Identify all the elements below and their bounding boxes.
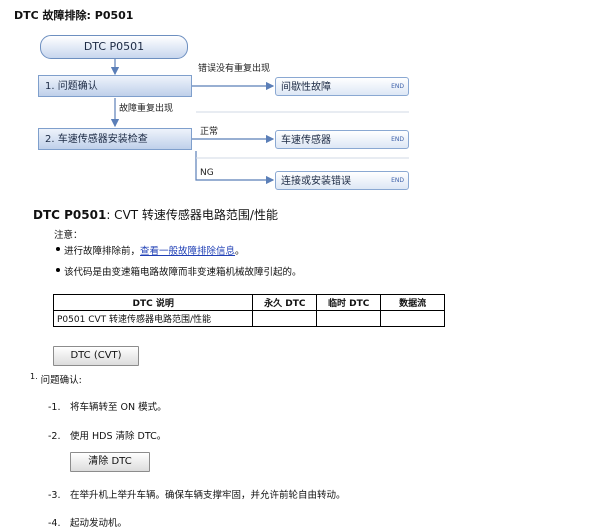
flow-step-problem-confirm: 1. 问题确认 bbox=[38, 75, 192, 97]
section-problem-confirm: 1. 问题确认: bbox=[30, 372, 82, 386]
step-number: -1. bbox=[48, 402, 61, 413]
dtc-cvt-button[interactable]: DTC (CVT) bbox=[53, 346, 139, 366]
flow-label-repeat: 故障重复出现 bbox=[119, 104, 174, 114]
section-number: 1. bbox=[30, 372, 38, 381]
dtc-table: DTC 说明 永久 DTC 临时 DTC 数据流 P0501 CVT 转速传感器… bbox=[52, 294, 445, 327]
flow-out-label: 车速传感器 bbox=[281, 135, 331, 146]
table-cell: P0501 CVT 转速传感器电路范围/性能 bbox=[52, 310, 254, 327]
table-cell bbox=[252, 310, 318, 327]
step-3: -3. 在举升机上举升车辆。确保车辆支撑牢固，并允许前轮自由转动。 bbox=[48, 487, 346, 501]
flowchart-connectors bbox=[110, 58, 409, 185]
step-4: -4. 起动发动机。 bbox=[48, 515, 127, 529]
table-header: 数据流 bbox=[380, 294, 445, 311]
flow-start-node: DTC P0501 bbox=[40, 35, 188, 59]
step-text: 起动发动机。 bbox=[70, 518, 128, 529]
section-heading: 问题确认: bbox=[40, 375, 82, 386]
flow-out-label: 间歇性故障 bbox=[281, 82, 331, 93]
dtc-code: DTC P0501 bbox=[33, 208, 107, 222]
note-bullet-1: 进行故障排除前，查看一般故障排除信息。 bbox=[56, 243, 245, 257]
clear-dtc-button[interactable]: 清除 DTC bbox=[70, 452, 150, 472]
flow-label-ng: NG bbox=[200, 168, 214, 178]
flow-out-connection-error: 连接或安装错误 END bbox=[275, 171, 409, 190]
step-text: 将车辆转至 ON 模式。 bbox=[70, 402, 167, 413]
note-bullet-2: 该代码是由变速箱电路故障而非变速箱机械故障引起的。 bbox=[56, 264, 302, 278]
flow-end-tag: END bbox=[391, 177, 404, 184]
table-header: 永久 DTC bbox=[252, 294, 318, 311]
dtc-description: : CVT 转速传感器电路范围/性能 bbox=[106, 208, 278, 222]
table-header: 临时 DTC bbox=[316, 294, 382, 311]
step-2: -2. 使用 HDS 清除 DTC。 bbox=[48, 428, 166, 442]
note-label: 注意： bbox=[54, 230, 83, 241]
step-number: -2. bbox=[48, 431, 61, 442]
step-text: 使用 HDS 清除 DTC。 bbox=[70, 431, 167, 442]
flow-end-tag: END bbox=[391, 83, 404, 90]
step-number: -4. bbox=[48, 518, 61, 529]
step-1: -1. 将车辆转至 ON 模式。 bbox=[48, 399, 167, 413]
table-row: P0501 CVT 转速传感器电路范围/性能 bbox=[52, 310, 445, 327]
flow-end-tag: END bbox=[391, 136, 404, 143]
general-troubleshooting-link[interactable]: 查看一般故障排除信息 bbox=[140, 246, 235, 257]
table-cell bbox=[316, 310, 382, 327]
section-title: DTC P0501: CVT 转速传感器电路范围/性能 bbox=[33, 206, 278, 223]
bullet-text: 该代码是由变速箱电路故障而非变速箱机械故障引起的。 bbox=[64, 267, 302, 278]
flow-step-sensor-install-check: 2. 车速传感器安装检查 bbox=[38, 128, 192, 150]
bullet-dot-icon bbox=[56, 268, 60, 272]
bullet-text: 。 bbox=[235, 246, 245, 257]
flow-label-no-repeat: 错误没有重复出现 bbox=[198, 64, 271, 74]
flow-out-intermittent: 间歇性故障 END bbox=[275, 77, 409, 96]
flow-out-speed-sensor: 车速传感器 END bbox=[275, 130, 409, 149]
flow-label-ok: 正常 bbox=[200, 127, 219, 137]
bullet-dot-icon bbox=[56, 247, 60, 251]
flow-out-label: 连接或安装错误 bbox=[281, 176, 351, 187]
step-text: 在举升机上举升车辆。确保车辆支撑牢固，并允许前轮自由转动。 bbox=[70, 490, 346, 501]
table-cell bbox=[380, 310, 445, 327]
table-header: DTC 说明 bbox=[52, 294, 254, 311]
bullet-text: 进行故障排除前， bbox=[64, 246, 141, 257]
step-number: -3. bbox=[48, 490, 61, 501]
